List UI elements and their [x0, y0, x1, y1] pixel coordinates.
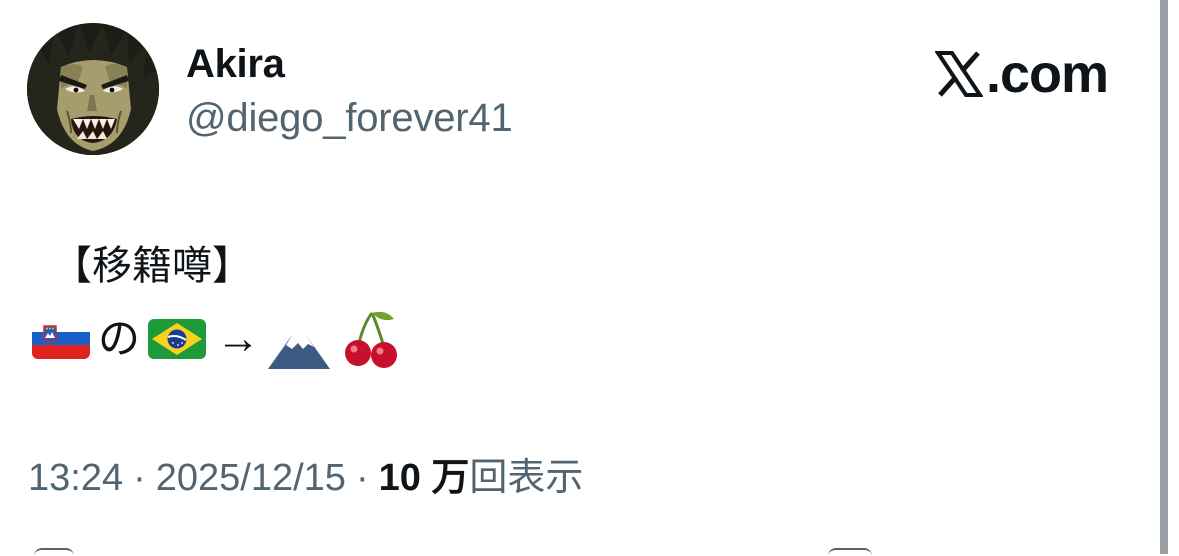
views-count: 10 万: [378, 457, 470, 499]
separator: ·: [133, 457, 146, 499]
avatar-image: [27, 23, 159, 155]
tweet-time[interactable]: 13:24: [28, 457, 123, 499]
tweet-metadata: 13:24 · 2025/12/15 · 10 万回表示: [28, 455, 583, 501]
bookmark-icon-partial[interactable]: [828, 548, 872, 556]
arrow-right-icon: →: [216, 314, 261, 363]
reply-icon-partial[interactable]: [34, 548, 74, 556]
mount-fuji-icon: [268, 335, 331, 369]
brazil-flag-icon: [148, 319, 207, 359]
tweet-card: Akira @diego_forever41 .com 【移籍噂】 の → 13…: [0, 0, 1160, 554]
particle-no: の: [98, 315, 141, 362]
display-name[interactable]: Akira: [186, 40, 285, 88]
tweet-date[interactable]: 2025/12/15: [156, 457, 346, 499]
brand-logo: .com: [934, 44, 1109, 104]
separator: ·: [355, 457, 369, 499]
user-handle[interactable]: @diego_forever41: [186, 94, 513, 142]
slovenia-flag-icon: [32, 319, 90, 359]
cherries-icon: [345, 311, 398, 368]
tweet-text-line: の →: [32, 306, 400, 372]
tweet-text-title: 【移籍噂】: [52, 244, 252, 288]
scrollbar[interactable]: [1160, 0, 1168, 554]
views-label: 回表示: [469, 457, 584, 499]
window-margin: [1168, 0, 1179, 554]
brand-text: .com: [985, 44, 1109, 104]
x-logo-icon: [934, 51, 983, 97]
avatar[interactable]: [27, 23, 159, 155]
